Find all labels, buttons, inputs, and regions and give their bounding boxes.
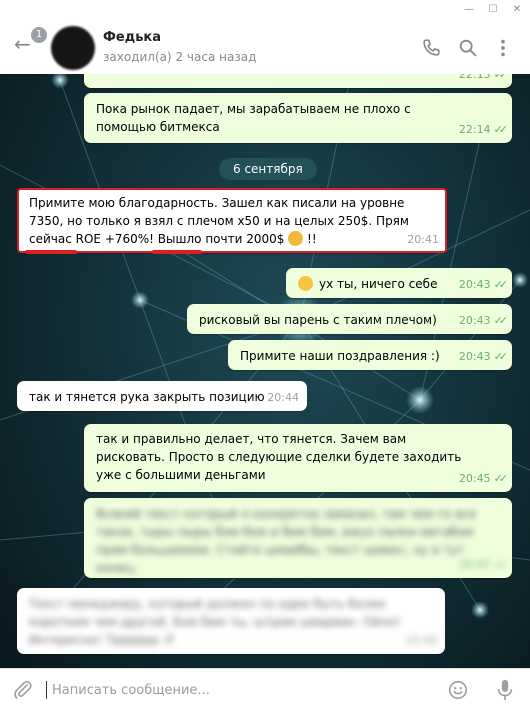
double-check-icon: ✓✓ [493, 472, 509, 485]
message-text-suffix: !! [307, 232, 317, 246]
message-time: 22:14 ✓✓ [458, 123, 509, 136]
message-time: 20:47 ✓✓ [458, 558, 508, 571]
message-time: 20:43 ✓✓ [458, 314, 509, 327]
message-text: ух ты, ничего себе [319, 277, 438, 291]
incoming-message-blurred[interactable]: Текст менеджеру, который должен по идее … [17, 588, 445, 654]
double-check-icon: ✓✓ [493, 123, 509, 136]
message-time: 20:45 ✓✓ [458, 472, 509, 485]
paperclip-icon[interactable] [12, 679, 34, 701]
message-input[interactable]: Написать сообщение... [52, 683, 210, 698]
more-vertical-icon[interactable] [492, 37, 514, 59]
search-icon[interactable] [457, 37, 479, 59]
maximize-icon[interactable]: ☐ [486, 3, 500, 17]
phone-icon[interactable] [420, 37, 442, 59]
contact-name[interactable]: Федька [103, 30, 161, 45]
outgoing-message[interactable]: так и правильно делает, что тянется. Зач… [84, 424, 512, 492]
close-icon[interactable]: ✕ [510, 3, 524, 17]
incoming-message[interactable]: Примите мою благодарность. Зашел как пис… [17, 188, 447, 253]
chat-header: — ☐ ✕ ← 1 Федька заходил(а) 2 часа назад [0, 0, 530, 74]
message-text: Всякий текст который я конкретно замазал… [96, 507, 477, 575]
incoming-message[interactable]: так и тянется рука закрыть позицию 20:44 [17, 381, 307, 411]
text-caret [46, 681, 47, 699]
telegram-chat-window: — ☐ ✕ ← 1 Федька заходил(а) 2 часа назад… [0, 0, 530, 712]
message-time: 20:43 ✓✓ [458, 278, 509, 291]
unread-badge: 1 [31, 27, 47, 43]
minimize-icon[interactable]: — [462, 3, 476, 17]
outgoing-message[interactable]: рисковый вы парень с таким плечом) 20:43… [187, 304, 512, 334]
outgoing-message-blurred[interactable]: Всякий текст который я конкретно замазал… [84, 498, 512, 578]
date-separator: 6 сентября [219, 158, 317, 180]
surprised-face-emoji-icon [298, 276, 313, 291]
message-text: так и правильно делает, что тянется. Зач… [96, 432, 462, 482]
money-face-emoji-icon [288, 231, 304, 246]
message-text: Примите мою благодарность. Зашел как пис… [29, 196, 409, 246]
message-time: 20:48 [405, 634, 437, 647]
message-text: так и тянется рука закрыть позицию [29, 390, 265, 404]
last-seen-status: заходил(а) 2 часа назад [103, 50, 257, 64]
message-time: 20:44 [267, 391, 299, 404]
outgoing-message[interactable]: Пока рынок падает, мы зарабатываем не пл… [84, 93, 512, 143]
double-check-icon: ✓✓ [493, 350, 509, 363]
message-text: рисковый вы парень с таким плечом) [199, 313, 437, 327]
outgoing-message[interactable]: ух ты, ничего себе 20:43 ✓✓ [286, 268, 512, 298]
highlight-underline [25, 250, 77, 254]
message-text: Пока рынок падает, мы зарабатываем не пл… [96, 102, 411, 134]
highlight-underline [152, 250, 202, 254]
message-text: Текст менеджеру, который должен по идее … [29, 597, 401, 647]
double-check-icon: ✓✓ [493, 278, 509, 291]
message-composer: Написать сообщение... [0, 668, 530, 712]
double-check-icon: ✓✓ [493, 314, 509, 327]
outgoing-message[interactable]: Примите наши поздравления :) 20:43 ✓✓ [228, 340, 512, 370]
arrow-left-icon[interactable]: ← [14, 34, 31, 54]
smiley-icon[interactable] [447, 679, 469, 701]
avatar[interactable] [51, 26, 95, 70]
microphone-icon[interactable] [494, 678, 516, 702]
message-time: 20:43 ✓✓ [458, 350, 509, 363]
message-text: Примите наши поздравления :) [240, 349, 440, 363]
message-time: 20:41 [407, 233, 439, 246]
